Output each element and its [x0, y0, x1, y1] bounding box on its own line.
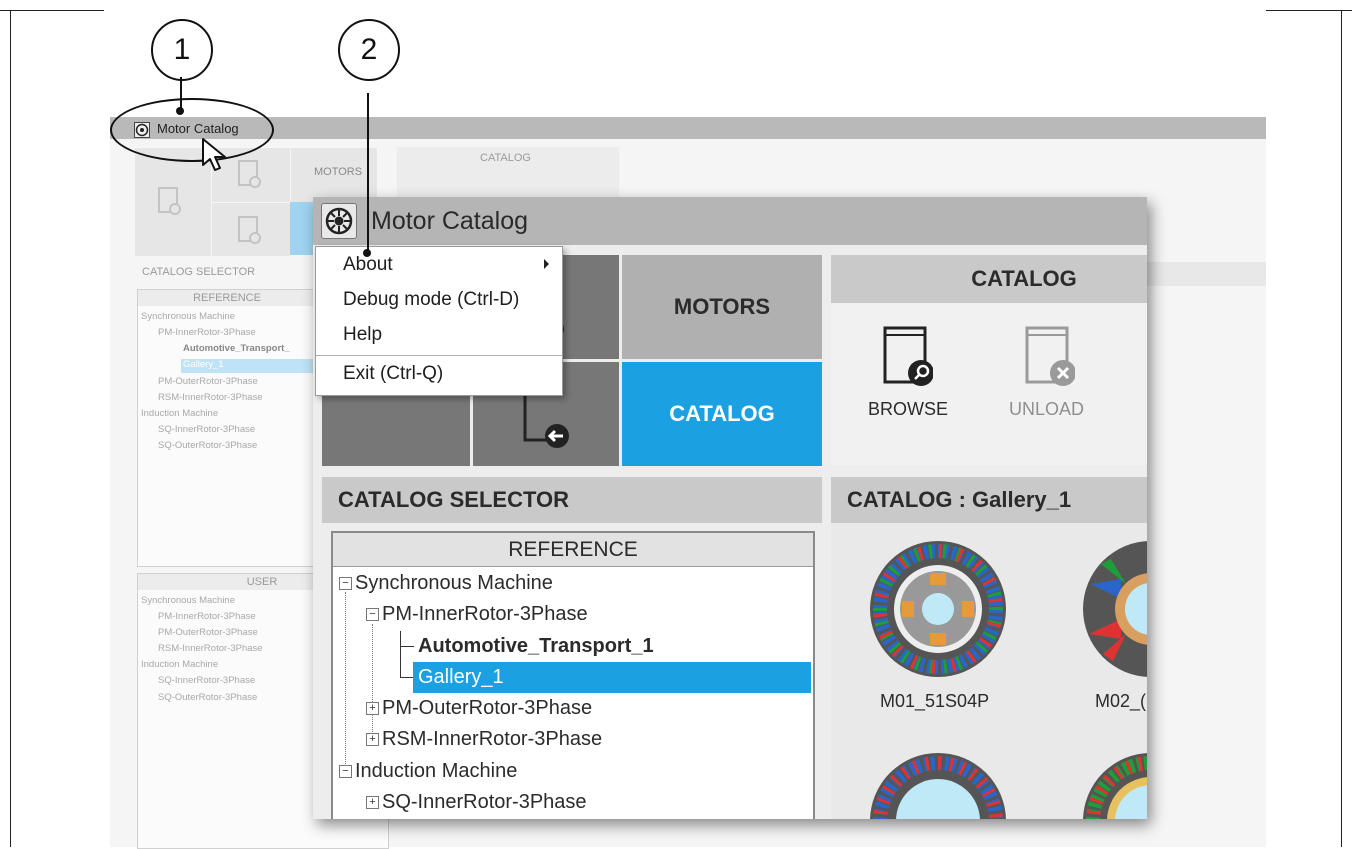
tree-connector: [400, 631, 401, 677]
frame-line-right: [1341, 10, 1342, 847]
app-context-menu: About Debug mode (Ctrl-D) Help Exit (Ctr…: [315, 246, 563, 396]
motor-thumbnail-m02[interactable]: [1081, 539, 1147, 679]
bg-user-tree-item: PM-InnerRotor-3Phase: [158, 611, 256, 622]
bg-tree-item: Induction Machine: [141, 408, 219, 419]
bg-tree-item: PM-OuterRotor-3Phase: [158, 376, 258, 387]
tree-node-automotive-transport[interactable]: Automotive_Transport_1: [418, 631, 654, 662]
menu-separator: [316, 355, 562, 356]
motor-app-menu-button[interactable]: [321, 203, 357, 239]
menu-item-debug-mode[interactable]: Debug mode (Ctrl-D): [343, 289, 519, 311]
frame-line-top-right: [1266, 10, 1352, 11]
mouse-cursor-icon: [202, 138, 226, 171]
motors-tab-button[interactable]: MOTORS: [622, 255, 822, 359]
browse-button[interactable]: BROWSE: [868, 399, 948, 420]
callout-2-dot: [363, 249, 371, 257]
bg-tree-item: RSM-InnerRotor-3Phase: [158, 392, 263, 403]
bg-import-motor-icon: [238, 216, 261, 244]
bg-user-tree-item: SQ-OuterRotor-3Phase: [158, 692, 258, 703]
bg-user-tree-item: Induction Machine: [141, 659, 219, 670]
motor-label-m01[interactable]: M01_51S04P: [880, 691, 989, 712]
collapse-icon[interactable]: −: [339, 577, 352, 591]
tree-node-induction-machine[interactable]: − Induction Machine: [339, 756, 517, 787]
motor-label-m02[interactable]: M02_(: [1095, 691, 1146, 712]
expand-icon[interactable]: +: [366, 702, 379, 716]
frame-line-left: [10, 10, 11, 847]
unload-icon[interactable]: [1023, 325, 1075, 389]
unload-button[interactable]: UNLOAD: [1009, 399, 1084, 420]
bg-selector-label: CATALOG SELECTOR: [142, 266, 256, 278]
browse-icon[interactable]: [881, 325, 933, 389]
tree-connector: [400, 677, 414, 678]
bg-tree-item: Synchronous Machine: [141, 311, 235, 322]
catalog-panel-title: CATALOG: [831, 255, 1147, 303]
motor-thumbnail-m03[interactable]: [868, 751, 1008, 819]
menu-item-about[interactable]: About: [343, 254, 393, 276]
background-titlebar: [110, 117, 1266, 139]
bg-user-tree-item: SQ-InnerRotor-3Phase: [158, 675, 256, 686]
bg-new-motor-icon: [158, 187, 181, 215]
bg-add-motor-icon: [238, 160, 261, 188]
reference-header: REFERENCE: [333, 533, 813, 567]
bg-reference-header: REFERENCE: [138, 290, 316, 306]
window-title: Motor Catalog: [371, 207, 529, 235]
bg-user-tree-item: PM-OuterRotor-3Phase: [158, 627, 258, 638]
collapse-icon[interactable]: −: [339, 765, 352, 779]
tree-node-pm-outer-rotor[interactable]: + PM-OuterRotor-3Phase: [366, 693, 592, 724]
bg-motors-label: MOTORS: [314, 166, 363, 178]
tree-node-pm-inner-rotor[interactable]: − PM-InnerRotor-3Phase: [366, 599, 588, 630]
bg-user-tree-item: Synchronous Machine: [141, 595, 235, 606]
callout-1-highlight-ellipse: [110, 98, 274, 162]
tree-connector: [345, 592, 347, 772]
motor-icon: [325, 207, 353, 235]
callout-2: 2: [338, 19, 400, 81]
bg-user-tree-item: RSM-InnerRotor-3Phase: [158, 643, 263, 654]
bg-catalog-label: CATALOG: [480, 152, 531, 164]
callout-2-leader: [367, 93, 369, 253]
motor-thumbnail-m01[interactable]: [868, 539, 1008, 679]
menu-item-exit[interactable]: Exit (Ctrl-Q): [343, 363, 443, 385]
motor-thumbnail-m04[interactable]: [1081, 751, 1147, 819]
gallery-title: CATALOG : Gallery_1: [831, 477, 1147, 523]
bg-tree-item: SQ-InnerRotor-3Phase: [158, 424, 256, 435]
expand-icon[interactable]: +: [366, 733, 379, 747]
bg-tree-item: Automotive_Transport_: [183, 343, 290, 354]
menu-item-help[interactable]: Help: [343, 324, 382, 346]
frame-line-top-left: [0, 10, 104, 11]
bg-tree-item: SQ-OuterRotor-3Phase: [158, 440, 258, 451]
tree-connector: [400, 646, 414, 647]
bg-tree-item: PM-InnerRotor-3Phase: [158, 327, 256, 338]
submenu-arrow-icon: [544, 259, 549, 269]
expand-icon[interactable]: +: [366, 796, 379, 810]
gallery-area: M01_51S04P M02_(: [831, 523, 1147, 819]
tree-node-synchronous-machine[interactable]: − Synchronous Machine: [339, 568, 553, 599]
tree-node-rsm-inner-rotor[interactable]: + RSM-InnerRotor-3Phase: [366, 724, 602, 755]
tree-node-sq-inner-rotor[interactable]: + SQ-InnerRotor-3Phase: [366, 787, 587, 818]
tree-node-gallery-1[interactable]: Gallery_1: [418, 662, 504, 693]
catalog-selector-title: CATALOG SELECTOR: [322, 477, 822, 523]
catalog-ribbon-panel: CATALOG BROWSE UNLOAD: [831, 255, 1147, 465]
catalog-tab-button[interactable]: CATALOG: [622, 362, 822, 466]
collapse-icon[interactable]: −: [366, 608, 379, 622]
callout-1: 1: [151, 19, 213, 81]
bg-tree-item: Gallery_1: [183, 359, 224, 370]
